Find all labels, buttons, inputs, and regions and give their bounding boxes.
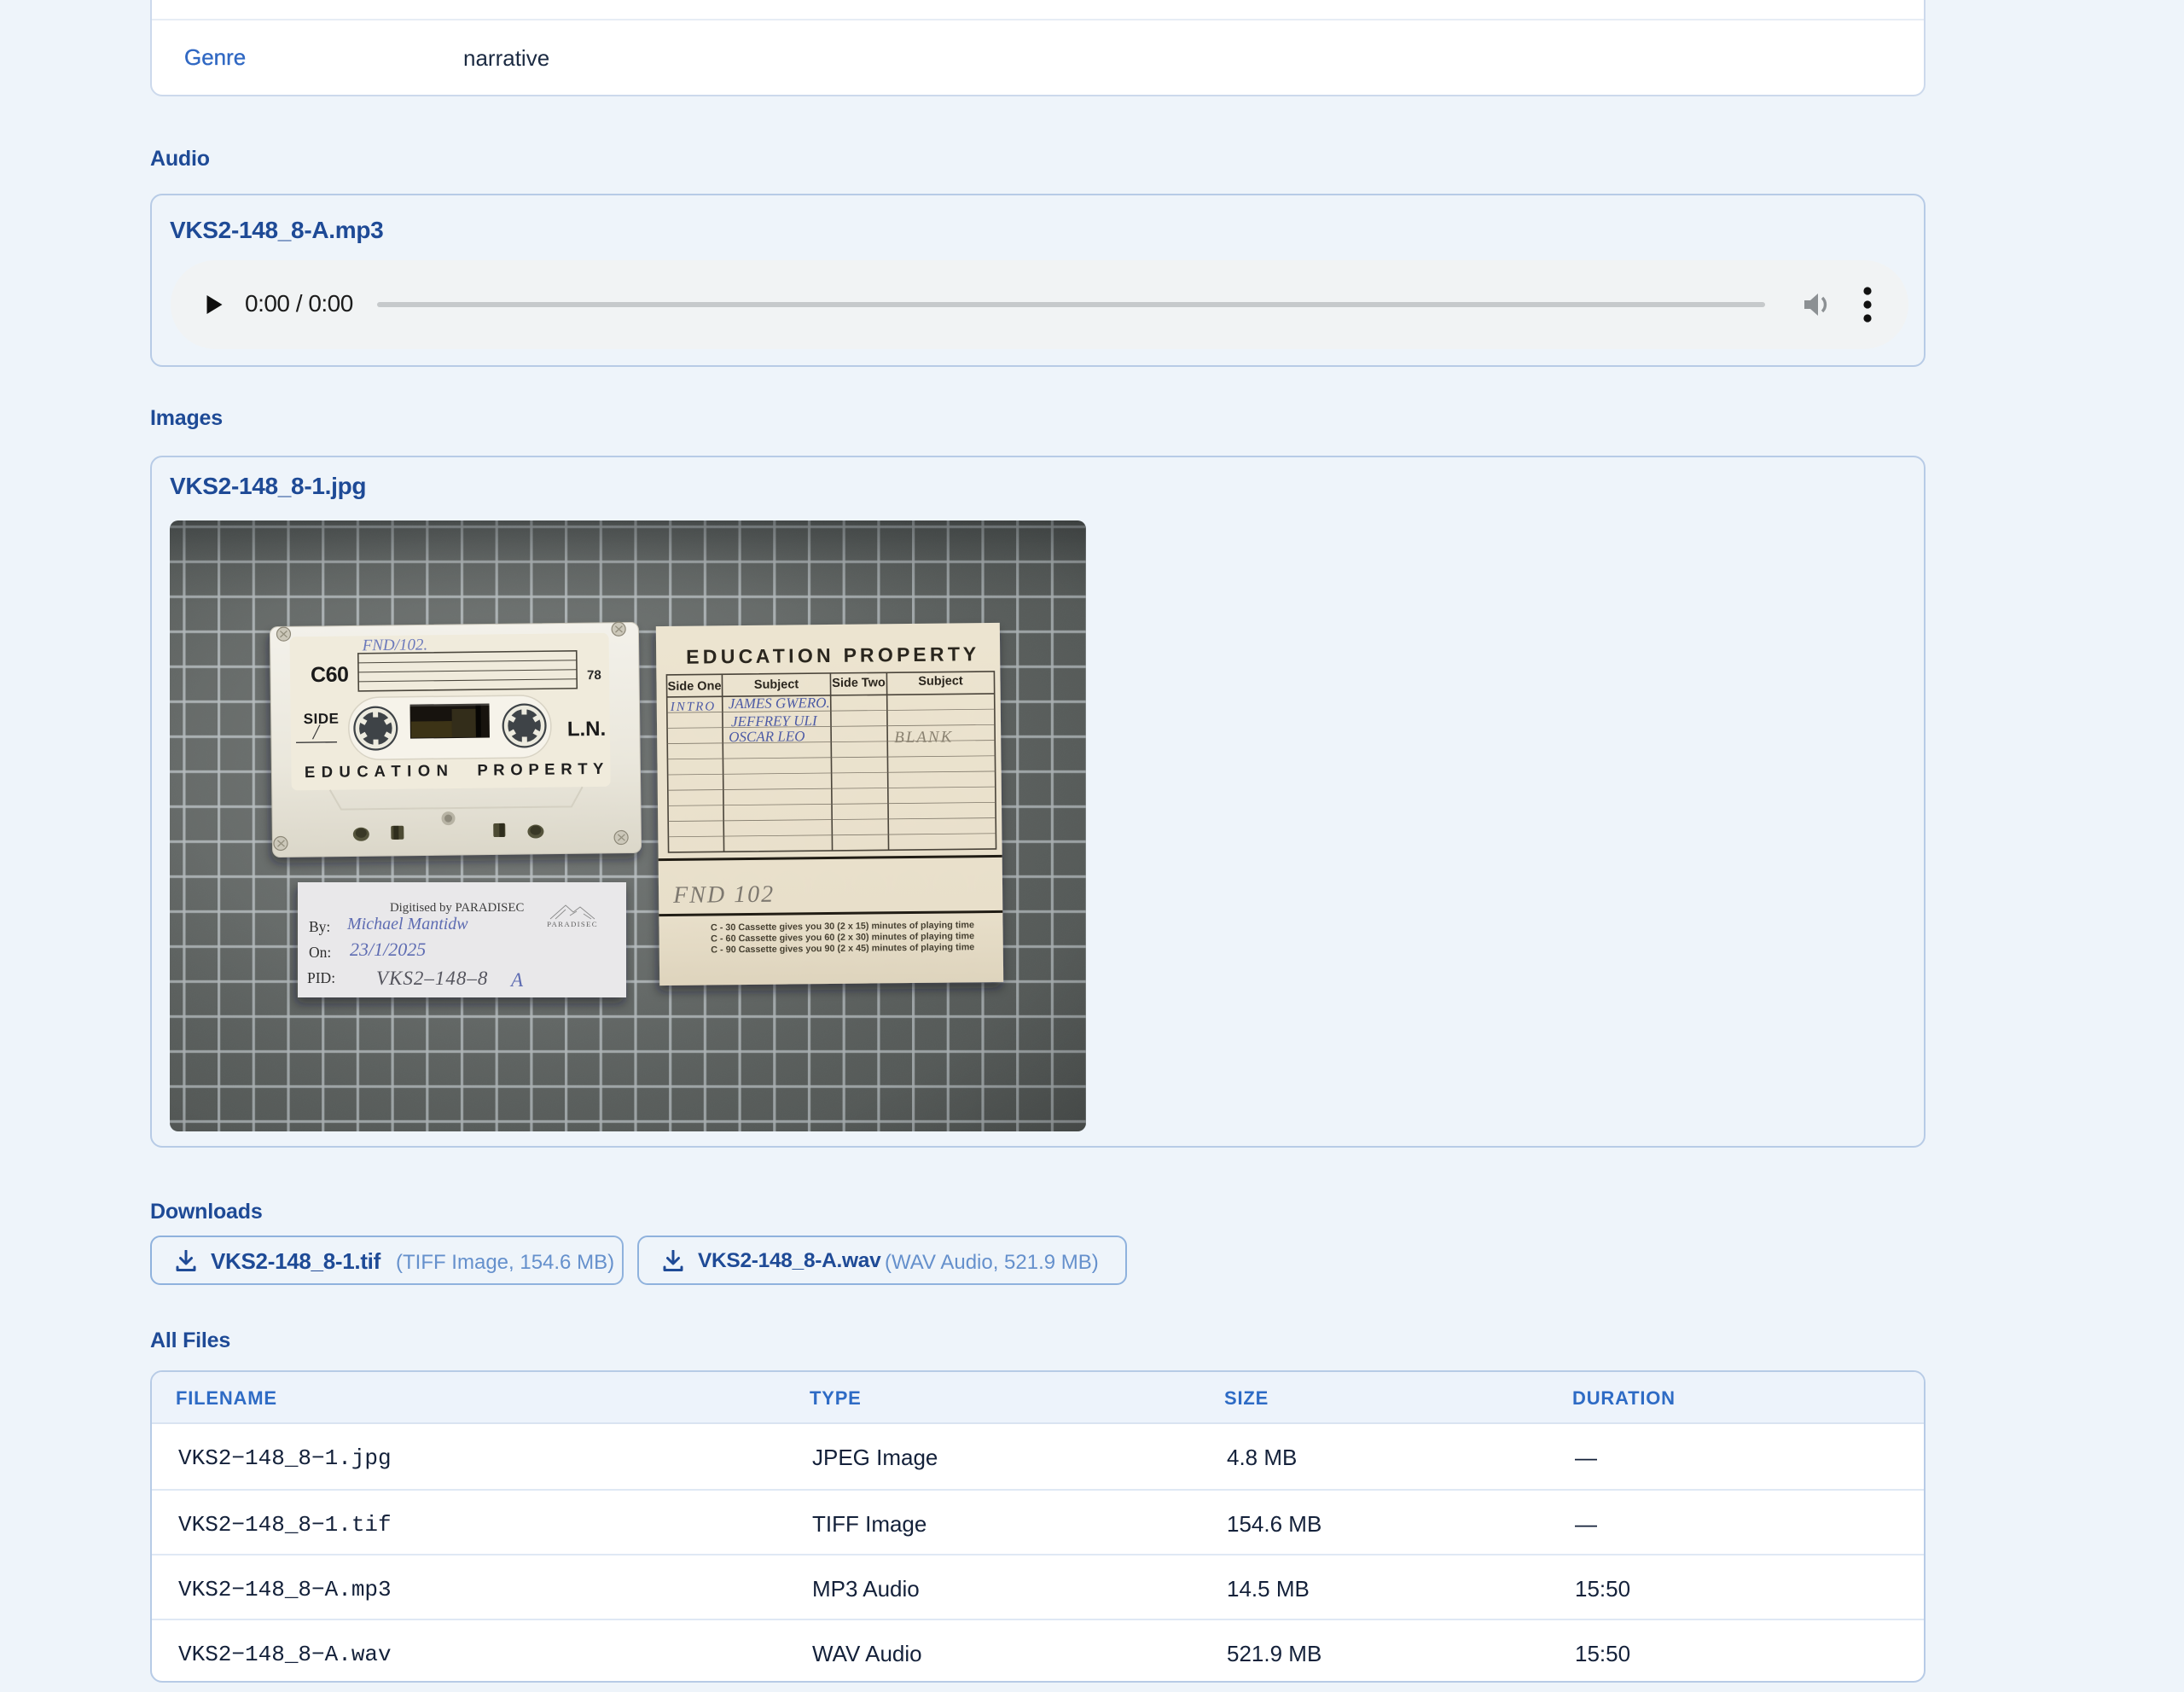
svg-text:OSCAR LEO: OSCAR LEO [729,728,804,745]
svg-text:Michael Mantidw: Michael Mantidw [346,915,468,933]
svg-text:23/1/2025: 23/1/2025 [350,939,426,960]
svg-text:P R O P E R T Y: P R O P E R T Y [477,759,604,779]
svg-text:Digitised by PARADISEC: Digitised by PARADISEC [390,901,524,915]
svg-text:VKS2–148–8: VKS2–148–8 [376,968,488,989]
svg-text:PID:: PID: [307,969,335,986]
svg-text:Side Two: Side Two [832,676,886,690]
svg-text:On:: On: [309,944,331,961]
svg-text:By:: By: [309,918,330,935]
svg-text:PARADISEC: PARADISEC [547,920,598,928]
svg-text:A: A [509,969,524,991]
svg-text:JAMES GWERO.: JAMES GWERO. [729,695,830,712]
svg-text:C60: C60 [311,663,349,688]
svg-text:Side One: Side One [668,679,722,694]
svg-text:E D U C A T I O N: E D U C A T I O N [305,761,448,781]
svg-text:78: 78 [587,668,601,683]
svg-text:Subject: Subject [918,674,963,689]
svg-text:FND 102: FND 102 [672,881,775,909]
svg-text:L.N.: L.N. [567,718,607,741]
svg-text:E D U C A T I O N P R O P E: E D U C A T I O N P R O P E R T Y [686,642,976,668]
svg-text:Subject: Subject [754,677,799,692]
svg-text:INTRO: INTRO [670,700,717,714]
svg-text:SIDE: SIDE [304,711,340,728]
svg-text:BLANK: BLANK [894,728,953,747]
svg-text:FND/102.: FND/102. [362,636,428,654]
svg-text:JEFFREY ULI: JEFFREY ULI [731,712,818,730]
